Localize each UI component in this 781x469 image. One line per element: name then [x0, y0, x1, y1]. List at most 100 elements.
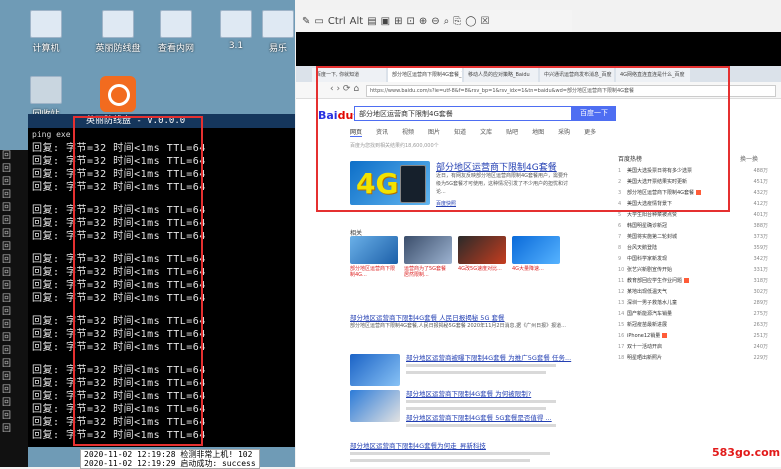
toolbar-tool-icon[interactable]: ⊞ [394, 16, 402, 27]
watermark: 583go.com [712, 446, 781, 459]
hot-list-row[interactable]: 8 台风天鹅登陆 359万 [618, 243, 768, 253]
recycle-bin-icon [30, 76, 62, 104]
hot-title: 美国大选开票结果实时更新 [627, 179, 688, 185]
hot-title: 明星晒出新照片 [627, 355, 663, 361]
console-line: 回复: 字节=32 时间<1ms TTL=64 [32, 169, 206, 180]
toolbar-tool-icon[interactable]: Alt [350, 16, 364, 27]
hot-title: 部分地区运营商下限制4G套餐 [627, 190, 695, 196]
toolbar-tool-icon[interactable]: ▣ [381, 16, 390, 27]
related-thumb-1[interactable] [350, 236, 398, 264]
hot-list-row[interactable]: 4 美国大选疫情背景下 412万 [618, 199, 768, 209]
filter-tab[interactable]: 网页 [350, 127, 363, 137]
result1-image[interactable]: 4G [350, 161, 430, 205]
hot-value: 342万 [753, 256, 768, 262]
toolbar-tool-icon[interactable]: ✎ [302, 16, 310, 27]
thumb-caption-3[interactable]: 4G改5G速度对比... [458, 266, 504, 272]
result1-snippet: 近日，有网友反映部分地区运营商限制4G套餐用户，需要升级为5G套餐才可使用，这种… [436, 173, 569, 195]
filter-tab[interactable]: 文库 [480, 127, 492, 137]
hot-list-row[interactable]: 10 张艺兴新剧宣传开始 331万 [618, 265, 768, 275]
desktop-icon-folder-1[interactable]: 英丽防线盘 [88, 10, 148, 54]
thumb-caption-4[interactable]: 4G大量降速... [512, 266, 558, 272]
browser-tab[interactable]: 部分地区运营商下限制4G套餐_百度搜索 [388, 68, 462, 82]
filter-tab[interactable]: 图片 [428, 127, 440, 137]
filter-tab[interactable]: 采购 [558, 127, 570, 137]
toolbar-tool-icon[interactable]: Ctrl [328, 16, 346, 27]
hot-title: 双十一活动开启 [627, 344, 663, 350]
settings-gear-icon[interactable] [100, 76, 136, 112]
ping-console-window[interactable]: 英丽防线盘 - V.0.0.0 ping exe 回复: 字节=32 时间<1m… [28, 114, 295, 447]
hot-rank: 12 [618, 289, 625, 295]
folder-icon [262, 10, 294, 38]
back-forward-refresh-icon[interactable]: ‹ › ⟳ ⌂ [330, 84, 359, 94]
hot-rank: 2 [618, 179, 622, 185]
result2-snippet: 部分地区运营商下限制4G套餐,人民日报揭秘5G套餐 2020年11月2日消息,据… [350, 323, 566, 329]
result-count: 百度为您找到相关结果约18,600,000个 [350, 143, 439, 149]
background-window-strip: 回回回回回回回回回回回回回回回回回回回回回回 [0, 150, 28, 467]
search-button[interactable]: 百度一下 [572, 106, 616, 121]
hot-list-row[interactable]: 9 中国科学家新发现 342万 [618, 254, 768, 264]
browser-tab[interactable]: 百度一下, 你就知道 [312, 68, 386, 82]
result3-title-link[interactable]: 部分地区运营商被曝下限制4G套餐 为推广5G套餐 任务... [406, 352, 571, 362]
toolbar-tool-icon[interactable]: ⌕ [444, 16, 450, 27]
browser-tab[interactable]: 中兴通讯运营商发布消息_百度 [540, 68, 614, 82]
browser-tab[interactable]: 4G网络直连直连是什么_百度 [616, 68, 690, 82]
hot-list-row[interactable]: 1 美国大选投票日将有多少选票 488万 [618, 166, 768, 176]
browser-tab[interactable]: 移动人员的应对策略_Baidu [464, 68, 538, 82]
filter-tab[interactable]: 贴吧 [506, 127, 518, 137]
hot-list-row[interactable]: 14 国产新能源汽车销量 275万 [618, 309, 768, 319]
hot-list-row[interactable]: 3 部分地区运营商下限制4G套餐 432万 [618, 188, 768, 198]
hot-list-refresh[interactable]: 换一换 [740, 154, 758, 163]
hot-list-row[interactable]: 5 大学生阳台种菜被点赞 401万 [618, 210, 768, 220]
toolbar-tool-icon[interactable]: ▭ [314, 16, 323, 27]
hot-list-row[interactable]: 15 新冠疫苗最新进展 263万 [618, 320, 768, 330]
hot-rank: 6 [618, 223, 622, 229]
toolbar-tool-icon[interactable]: ⎘ [453, 16, 461, 27]
filter-tab[interactable]: 资讯 [376, 127, 388, 137]
hot-value: 401万 [753, 212, 768, 218]
hot-list-row[interactable]: 12 某地出现低温天气 302万 [618, 287, 768, 297]
hot-title: 中国科学家新发现 [627, 256, 668, 262]
filter-tab[interactable]: 地图 [532, 127, 544, 137]
related-thumb-3[interactable] [458, 236, 506, 264]
hot-list-row[interactable]: 7 英国将实施第二轮封城 373万 [618, 232, 768, 242]
result3-image[interactable] [350, 354, 400, 386]
hot-list-row[interactable]: 16 iPhone12销量 251万 [618, 331, 768, 341]
toolbar-tool-icon[interactable]: ⊖ [431, 16, 439, 27]
hot-title: 新冠疫苗最新进展 [627, 322, 668, 328]
toolbar-tool-icon[interactable]: ☒ [480, 16, 489, 27]
toolbar-tool-icon[interactable]: ⊡ [406, 16, 414, 27]
toolbar-tool-icon[interactable]: ▤ [367, 16, 376, 27]
related-thumb-4[interactable] [512, 236, 560, 264]
thumb-caption-1[interactable]: 部分地区运营商下限制4G... [350, 266, 396, 278]
toolbar-tool-icon[interactable]: ⊕ [419, 16, 427, 27]
computer-icon [30, 10, 62, 38]
thumb-caption-2[interactable]: 运营商为了5G套餐居然限制... [404, 266, 450, 278]
desktop-icon-folder-2[interactable]: 查看内网 [146, 10, 206, 54]
hot-list-row[interactable]: 6 韩国明星确诊新冠 388万 [618, 221, 768, 231]
result6-title-link[interactable]: 部分地区运营商下限制4G套餐为何走_昇新科技 [350, 440, 486, 450]
hot-list-row[interactable]: 13 深圳一男子救落水儿童 289万 [618, 298, 768, 308]
result4-image[interactable] [350, 390, 400, 422]
hot-list-row[interactable]: 17 双十一活动开启 240万 [618, 342, 768, 352]
search-input[interactable]: 部分地区运营商下限制4G套餐 [354, 106, 572, 121]
console-line: 回复: 字节=32 时间<1ms TTL=64 [32, 143, 206, 154]
console-line: 回复: 字节=32 时间<1ms TTL=64 [32, 267, 206, 278]
filter-tab[interactable]: 知道 [454, 127, 466, 137]
hot-list-row[interactable]: 18 明星晒出新照片 229万 [618, 353, 768, 363]
result1-cache-link[interactable]: 百度快照 [436, 200, 456, 207]
filter-tab[interactable]: 视频 [402, 127, 414, 137]
hot-list-row[interactable]: 11 教育部回应学生作业问题 318万 [618, 276, 768, 286]
hot-value: 240万 [753, 344, 768, 350]
desktop-icon-computer[interactable]: 计算机 [16, 10, 76, 54]
url-input[interactable]: https://www.baidu.com/s?ie=utf-8&f=8&rsv… [366, 85, 776, 97]
filter-tab[interactable]: 更多 [584, 127, 596, 137]
result5-title-link[interactable]: 部分地区运营商下限制4G套餐 5G套餐是否值得 ... [406, 412, 552, 422]
result4-title-link[interactable]: 部分地区运营商下限制4G套餐 为何被限制? [406, 388, 531, 398]
hot-list-row[interactable]: 2 美国大选开票结果实时更新 451万 [618, 177, 768, 187]
toolbar-tool-icon[interactable]: ◯ [465, 16, 476, 27]
related-thumb-2[interactable] [404, 236, 452, 264]
console-line: 回复: 字节=32 时间<1ms TTL=64 [32, 218, 206, 229]
result2-title-link[interactable]: 部分地区运营商下限制4G套餐 人民日报揭秘 5G 套餐 [350, 312, 505, 322]
hot-title: iPhone12销量 [627, 333, 661, 339]
